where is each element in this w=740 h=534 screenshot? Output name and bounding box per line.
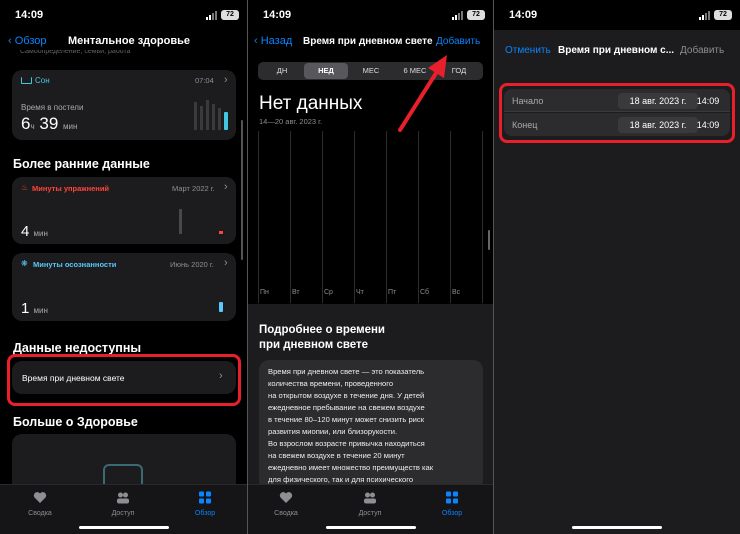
exercise-card[interactable]: ♨ Минуты упражнений Март 2022 г. › 4 мин [12,177,236,244]
mindful-icon: ❋ [21,259,28,268]
home-indicator [572,526,662,529]
signal-icon [206,11,217,20]
battery-icon: 72 [221,10,239,20]
sleep-time: 07:04 [195,76,214,85]
flame-icon: ♨ [21,183,29,192]
tab-browse[interactable]: Обзор [175,491,235,517]
back-button[interactable]: ‹ Обзор [8,35,47,47]
sleep-value: 6ч 39 мин [21,114,78,133]
chevron-right-icon: › [224,181,228,193]
mindful-date: Июнь 2020 г. [170,260,214,269]
more-health-header: Больше о Здоровье [13,415,138,429]
exercise-label: Минуты упражнений [32,184,110,193]
status-time: 14:09 [15,9,44,21]
heart-icon [33,492,47,503]
highlight-box [499,83,735,143]
mindful-mini-bar [219,302,223,312]
screen-mental-health: 14:09 72 ‹ Обзор Ментальное здоровье Сам… [0,0,247,534]
status-time: 14:09 [509,9,538,21]
exercise-date: Март 2022 г. [172,184,215,193]
top-cut-text: Самоопределение, семьи, работа [20,50,131,55]
sleep-card[interactable]: Сон 07:04 › Время в постели 6ч 39 мин [12,70,236,140]
earlier-data-header: Более ранние данные [13,157,150,171]
chevron-right-icon: › [224,74,228,86]
status-bar: 14:09 72 [494,0,740,30]
bed-icon [21,77,32,84]
signal-icon [699,11,710,20]
mindful-card[interactable]: ❋ Минуты осознанности Июнь 2020 г. › 1 м… [12,253,236,321]
modal-nav-bar: Отменить Время при дневном с... Добавить [494,30,740,70]
highlight-box [7,354,241,406]
exercise-value: 4 мин [21,223,48,240]
mindful-label: Минуты осознанности [33,260,117,269]
arrow-annotation [398,55,447,132]
sleep-mini-chart [192,100,232,130]
add-button[interactable]: Добавить [680,45,724,56]
grid-icon [199,491,211,504]
exercise-mini-bar [219,231,223,234]
tab-summary[interactable]: Сводка [10,491,70,517]
people-icon [117,492,129,504]
cancel-button[interactable]: Отменить [505,45,551,56]
screen-daylight: 14:09 72 ‹ Назад Время при дневном свете… [248,0,493,534]
page-title: Ментальное здоровье [68,35,190,47]
screen-add-data: 14:09 72 Отменить Время при дневном с...… [494,0,740,534]
battery-icon: 72 [714,10,732,20]
home-indicator [78,526,169,529]
chevron-right-icon: › [224,257,228,269]
back-label: Обзор [14,35,47,47]
sleep-label: Сон [35,76,50,85]
scroll-indicator[interactable] [241,120,243,260]
unavailable-header: Данные недоступны [13,341,142,355]
page-title: Время при дневном с... [558,45,675,56]
tab-bar: Сводка Доступ Обзор [0,484,247,534]
tab-sharing[interactable]: Доступ [93,491,153,517]
sleep-caption: Время в постели [21,103,84,112]
status-bar: 14:09 72 [0,0,247,30]
exercise-mini-bar-gray [179,209,182,234]
mindful-value: 1 мин [21,300,48,317]
